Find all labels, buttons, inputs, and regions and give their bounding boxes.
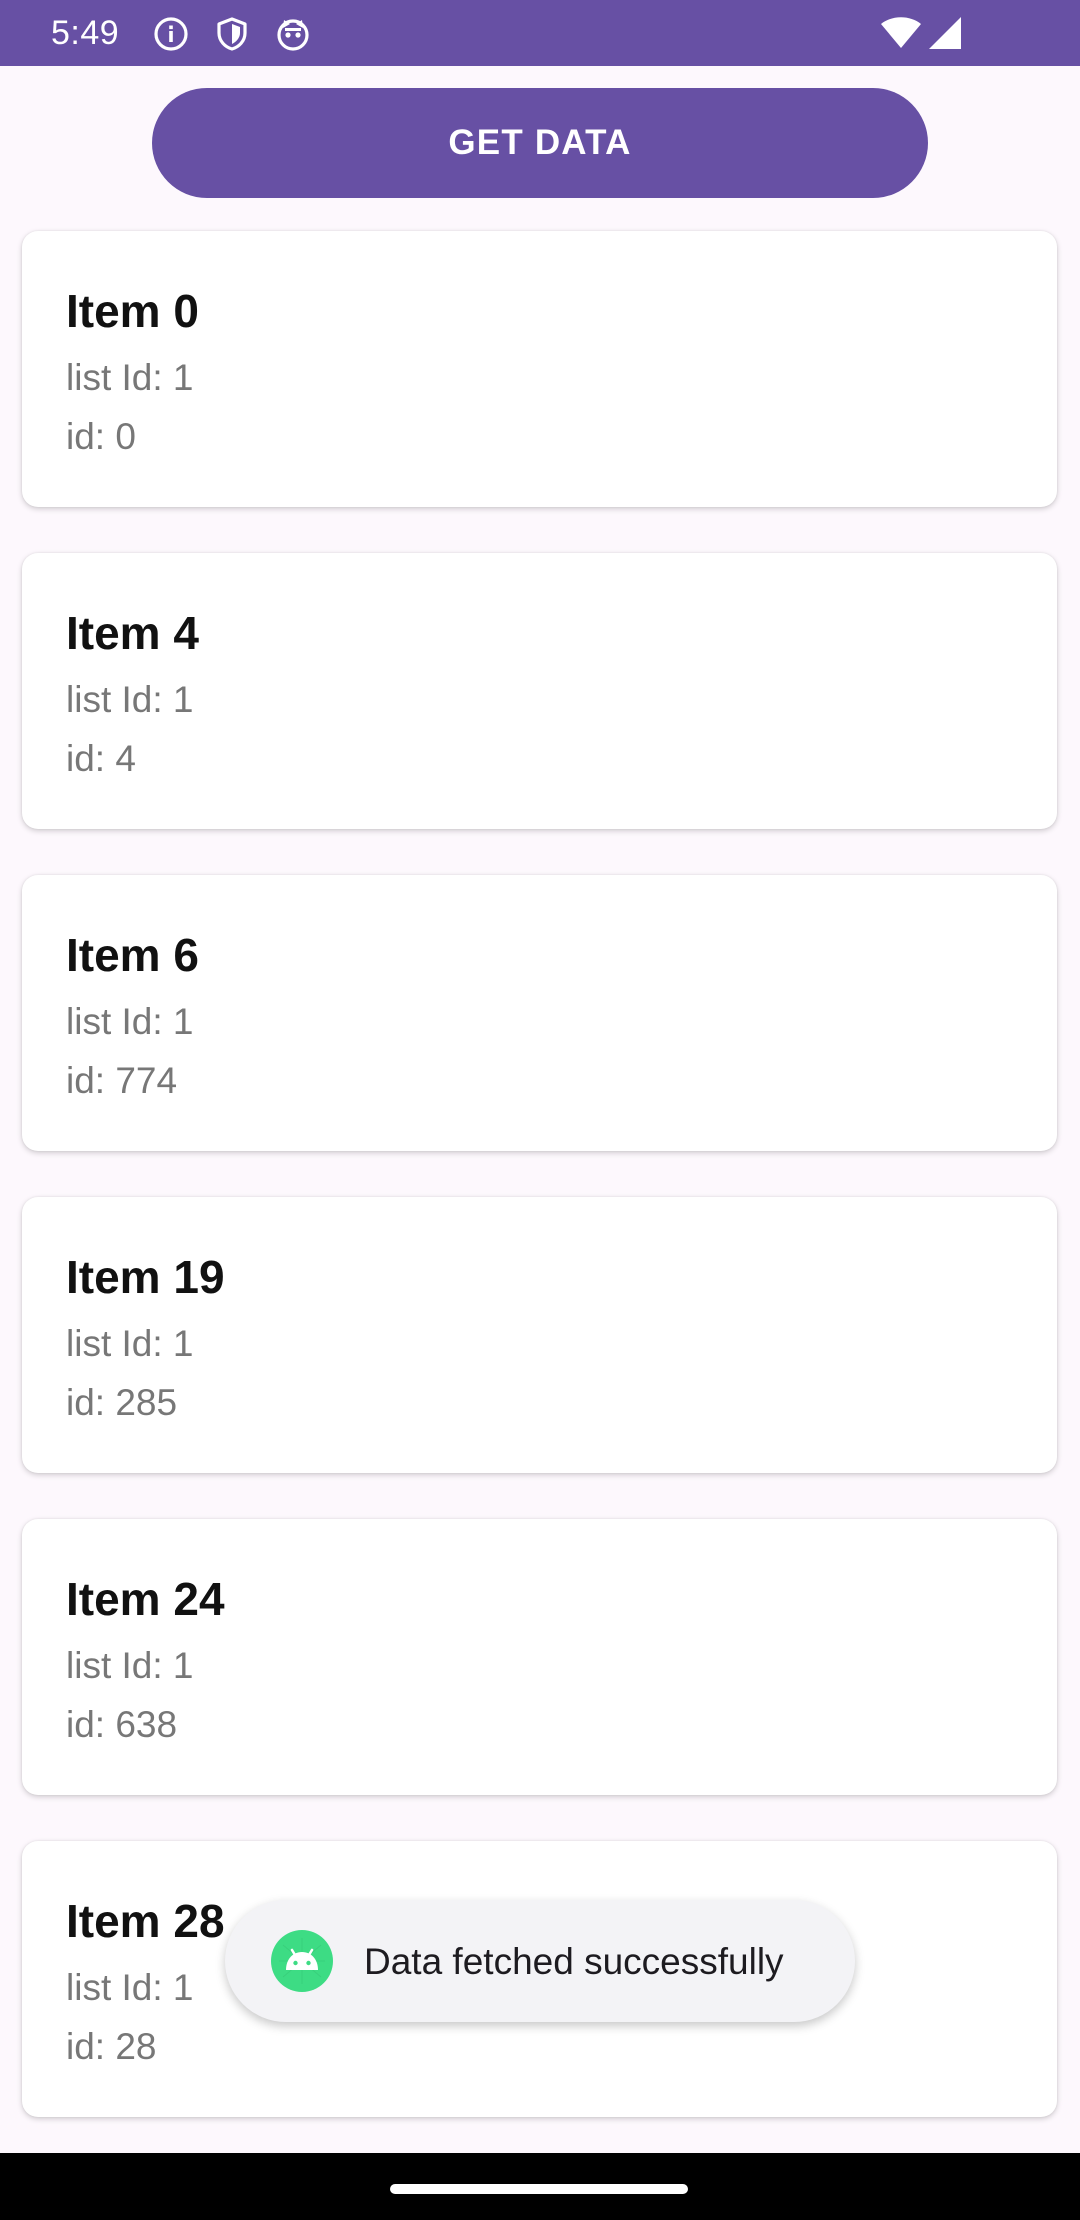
signal-icon [929,17,961,49]
item-list-id: list Id: 1 [66,679,194,720]
item-title: Item 0 [66,285,199,337]
item-title: Item 6 [66,929,199,981]
android-icon [271,1930,333,1992]
status-time: 5:49 [51,14,120,52]
navigation-bar [0,2153,1080,2220]
list-item[interactable]: Item 19 list Id: 1 id: 285 [22,1197,1057,1473]
item-title: Item 24 [66,1573,225,1625]
list-item[interactable]: Item 4 list Id: 1 id: 4 [22,553,1057,829]
item-id: id: 774 [66,1060,178,1101]
toast-message: Data fetched successfully [364,1941,784,1982]
item-id: id: 638 [66,1704,178,1745]
cat-icon [277,19,309,51]
item-list-id: list Id: 1 [66,1323,194,1364]
item-id: id: 285 [66,1382,178,1423]
list-item[interactable]: Item 0 list Id: 1 id: 0 [22,231,1057,507]
info-icon [154,17,188,51]
get-data-button[interactable]: GET DATA [152,88,928,198]
list-item[interactable]: Item 24 list Id: 1 id: 638 [22,1519,1057,1795]
home-handle[interactable] [390,2184,688,2194]
status-bar: 5:49 [0,0,1080,66]
item-list-id: list Id: 1 [66,357,194,398]
item-title: Item 4 [66,607,199,659]
item-list-id: list Id: 1 [66,1645,194,1686]
toast: Data fetched successfully [225,1900,855,2022]
item-id: id: 4 [66,738,136,779]
shield-icon [217,17,247,51]
item-list-id: list Id: 1 [66,1001,194,1042]
item-title: Item 28 [66,1895,225,1947]
item-list-id: list Id: 1 [66,1967,194,2008]
item-title: Item 19 [66,1251,225,1303]
item-id: id: 0 [66,416,136,457]
list-item[interactable]: Item 6 list Id: 1 id: 774 [22,875,1057,1151]
wifi-icon [881,17,921,48]
item-id: id: 28 [66,2026,157,2067]
